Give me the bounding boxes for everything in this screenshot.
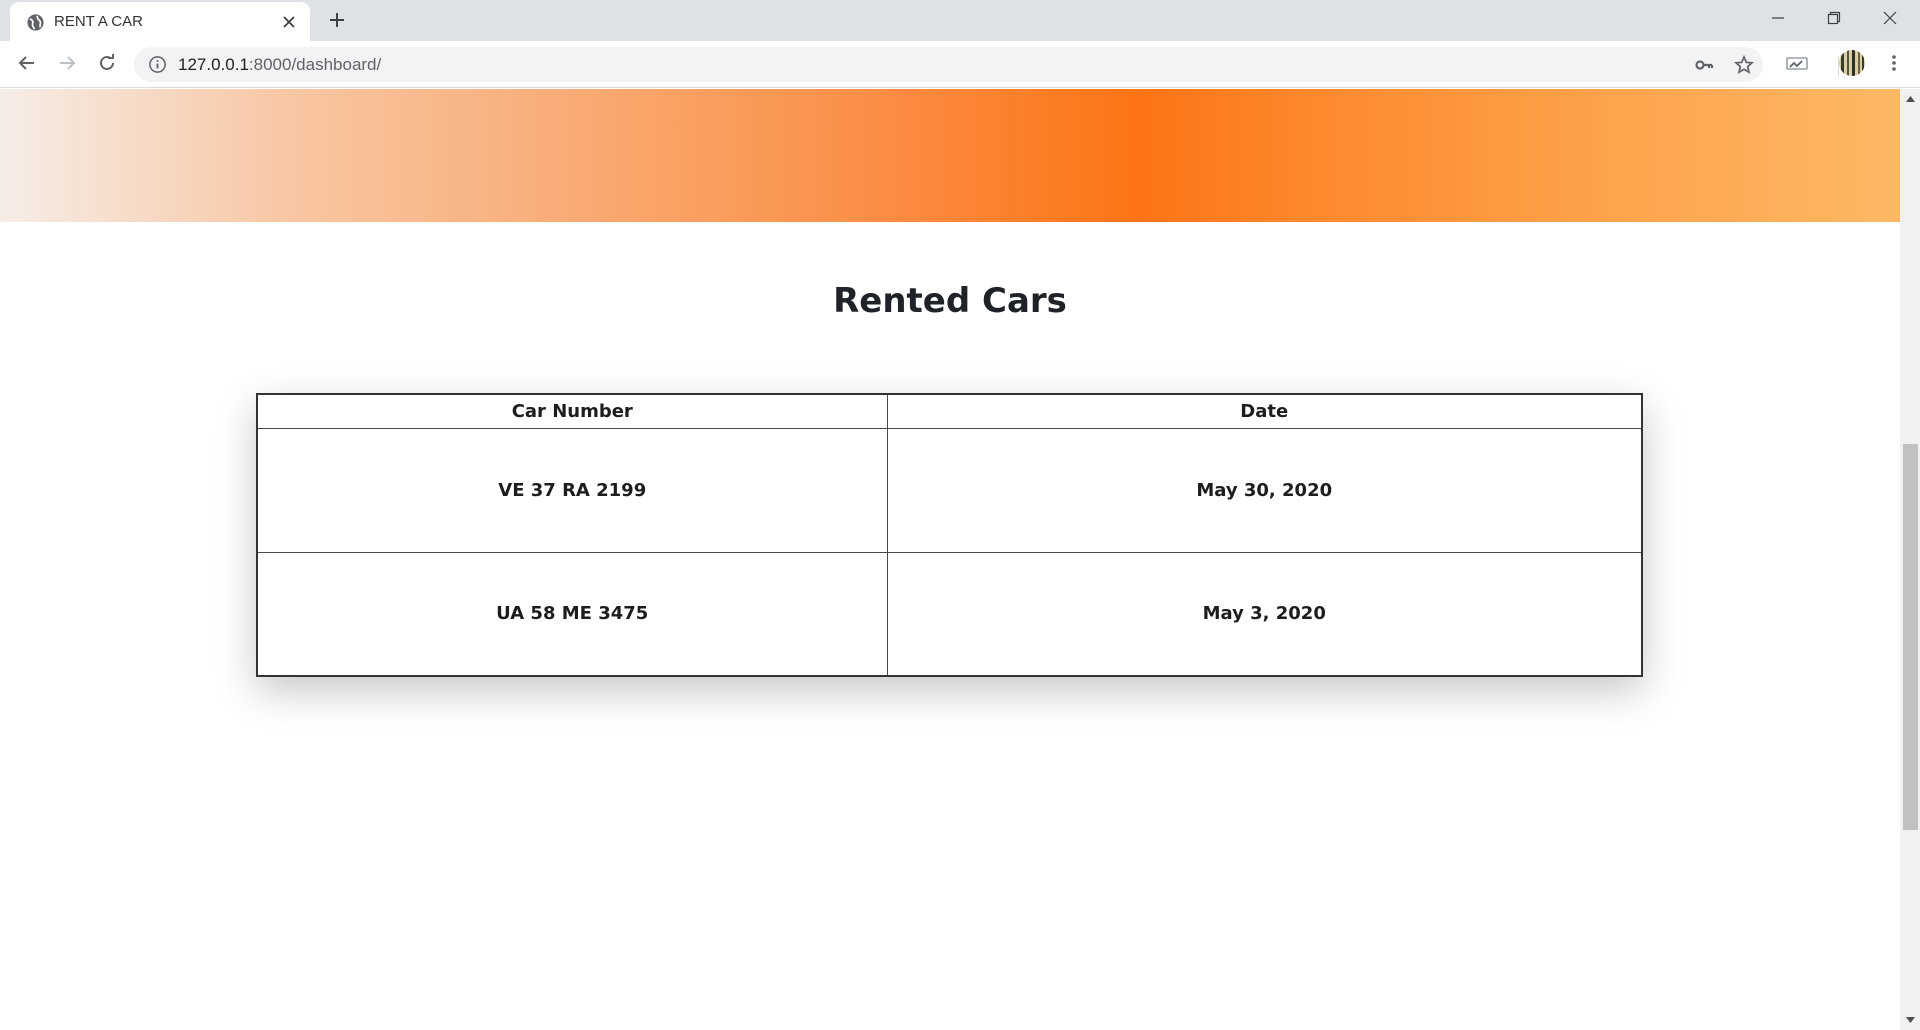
vertical-scrollbar[interactable] <box>1900 89 1920 1030</box>
url-host: 127.0.0.1 <box>178 55 249 74</box>
window-close-icon <box>1883 10 1897 29</box>
page-title: Rented Cars <box>833 281 1067 321</box>
browser-toolbar: 127.0.0.1:8000/dashboard/ <box>0 41 1920 88</box>
column-header-car-number: Car Number <box>256 393 888 429</box>
scroll-up-arrow-icon[interactable] <box>1900 89 1920 109</box>
url-text: 127.0.0.1:8000/dashboard/ <box>178 55 381 75</box>
close-icon[interactable] <box>278 11 300 33</box>
forward-button[interactable] <box>51 49 83 81</box>
chrome-menu-button[interactable] <box>1878 49 1910 81</box>
new-tab-button[interactable] <box>323 8 351 36</box>
kebab-menu-icon <box>1891 54 1897 76</box>
arrow-right-icon <box>58 54 76 76</box>
page-viewport: Rented Cars Car Number Date VE 37 RA 219… <box>0 89 1900 1030</box>
url-path: :8000/dashboard/ <box>248 55 382 74</box>
back-button[interactable] <box>11 49 43 81</box>
column-header-date: Date <box>886 393 1643 429</box>
arrow-left-icon <box>18 54 36 76</box>
info-icon[interactable] <box>148 55 167 74</box>
minimize-button[interactable] <box>1750 0 1806 38</box>
tab-strip: RENT A CAR <box>0 0 1920 41</box>
car-number-cell: VE 37 RA 2199 <box>256 427 888 553</box>
globe-icon <box>26 13 45 32</box>
scroll-down-arrow-icon[interactable] <box>1900 1010 1920 1030</box>
date-cell: May 30, 2020 <box>886 427 1643 553</box>
star-icon[interactable] <box>1730 51 1758 79</box>
address-bar[interactable]: 127.0.0.1:8000/dashboard/ <box>134 47 1763 82</box>
minimize-icon <box>1771 10 1785 29</box>
reload-button[interactable] <box>91 49 123 81</box>
table-row: VE 37 RA 2199 May 30, 2020 <box>256 427 1643 553</box>
profile-button[interactable] <box>1836 49 1868 81</box>
date-cell: May 3, 2020 <box>886 551 1643 677</box>
rented-cars-table: Car Number Date VE 37 RA 2199 May 30, 20… <box>256 393 1643 677</box>
media-router-icon <box>1786 55 1808 75</box>
tab-title: RENT A CAR <box>54 13 143 30</box>
scrollbar-thumb[interactable] <box>1903 444 1918 830</box>
key-icon[interactable] <box>1690 51 1718 79</box>
table-header-row: Car Number Date <box>256 393 1643 429</box>
restore-button[interactable] <box>1806 0 1862 38</box>
media-router-button[interactable] <box>1781 49 1813 81</box>
profile-avatar-icon <box>1838 49 1866 81</box>
car-number-cell: UA 58 ME 3475 <box>256 551 888 677</box>
browser-tab[interactable]: RENT A CAR <box>10 2 310 41</box>
hero-banner <box>0 89 1900 222</box>
reload-icon <box>98 54 116 76</box>
restore-icon <box>1827 10 1841 29</box>
plus-icon <box>329 12 345 32</box>
window-close-button[interactable] <box>1862 0 1918 38</box>
table-row: UA 58 ME 3475 May 3, 2020 <box>256 551 1643 677</box>
